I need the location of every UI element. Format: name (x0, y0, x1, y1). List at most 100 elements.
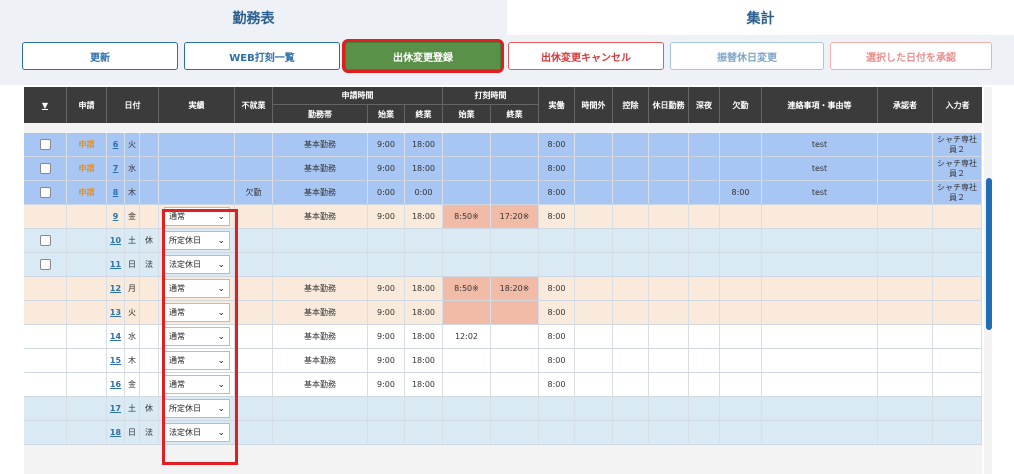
date-cell-text[interactable]: 11 (110, 260, 121, 269)
actual-cell: 法定休日 ⌄ (159, 421, 235, 444)
actual-status-select[interactable]: 所定休日 ⌄ (164, 399, 230, 418)
absence-cell (720, 253, 762, 276)
deduction-cell (613, 373, 649, 396)
date-cell-text[interactable]: 17 (110, 404, 121, 413)
col-start: 始業 (368, 105, 405, 123)
date-cell[interactable]: 14 (107, 325, 125, 348)
actual-cell: 所定休日 ⌄ (159, 397, 235, 420)
punch-end-cell (491, 229, 539, 252)
late-night-cell (689, 229, 720, 252)
select-cell (24, 157, 67, 180)
date-cell-text[interactable]: 16 (110, 380, 121, 389)
punch-start-cell (443, 349, 491, 372)
row-checkbox[interactable] (39, 259, 51, 270)
table-row: 14 水 通常 ⌄ 基本勤務 9:00 18:00 12:02 8:00 (24, 325, 982, 349)
date-cell[interactable]: 15 (107, 349, 125, 372)
date-cell-text[interactable]: 12 (110, 284, 121, 293)
date-cell-text[interactable]: 6 (113, 140, 119, 149)
punch-end-cell (491, 373, 539, 396)
actual-status-select[interactable]: 通常 ⌄ (164, 375, 230, 394)
non-work-cell-text: 欠勤 (245, 188, 262, 197)
row-checkbox[interactable] (39, 163, 51, 174)
late-night-cell (689, 181, 720, 204)
actual-status-select[interactable]: 法定休日 ⌄ (164, 255, 230, 274)
actual-status-select[interactable]: 通常 ⌄ (164, 351, 230, 370)
worked-cell: 8:00 (539, 205, 575, 228)
date-cell-text[interactable]: 9 (113, 212, 119, 221)
weekday-cell: 月 (125, 277, 140, 300)
col-apply: 申請 (67, 87, 107, 123)
scrollbar-thumb[interactable] (986, 178, 992, 330)
worked-cell-text: 8:00 (547, 140, 566, 149)
approver-cell (878, 397, 933, 420)
date-cell[interactable]: 12 (107, 277, 125, 300)
date-cell[interactable]: 18 (107, 421, 125, 444)
end-cell-text: 18:00 (411, 212, 436, 221)
weekday-cell-text: 日 (128, 260, 136, 269)
date-cell-text[interactable]: 13 (110, 308, 121, 317)
punch-end-cell: 17:20※ (491, 205, 539, 228)
date-cell-text[interactable]: 14 (110, 332, 121, 341)
overtime-cell (575, 205, 613, 228)
holiday-work-cell (649, 373, 689, 396)
actual-status-value: 通常 (169, 332, 185, 341)
date-cell-text[interactable]: 8 (113, 188, 119, 197)
date-cell-text[interactable]: 10 (110, 236, 121, 245)
tab-summary[interactable]: 集計 (507, 0, 1014, 35)
date-cell[interactable]: 11 (107, 253, 125, 276)
row-checkbox[interactable] (39, 187, 51, 198)
tab-work-schedule[interactable]: 勤務表 (0, 0, 507, 35)
deduction-cell (613, 349, 649, 372)
substitute-holiday-change-button[interactable]: 振替休日変更 (670, 42, 824, 70)
punch-start-cell-text: 12:02 (454, 332, 479, 341)
table-row: 10 土休 所定休日 ⌄ (24, 229, 982, 253)
actual-status-select[interactable]: 通常 ⌄ (164, 327, 230, 346)
start-cell (368, 253, 405, 276)
punch-start-cell-text: 8:50※ (454, 284, 479, 293)
web-punch-list-button[interactable]: WEB打刻一覧 (184, 42, 340, 70)
select-all-toggle[interactable]: ▼ (24, 87, 67, 123)
start-cell (368, 397, 405, 420)
holiday-change-cancel-button[interactable]: 出休変更キャンセル (508, 42, 664, 70)
date-cell[interactable]: 9 (107, 205, 125, 228)
actual-cell: 通常 ⌄ (159, 205, 235, 228)
end-cell: 18:00 (405, 373, 443, 396)
date-cell[interactable]: 6 (107, 133, 125, 156)
holiday-change-register-button[interactable]: 出休変更登録 (345, 42, 501, 70)
date-cell[interactable]: 10 (107, 229, 125, 252)
holiday-work-cell (649, 205, 689, 228)
date-cell-text[interactable]: 18 (110, 428, 121, 437)
chevron-down-icon: ⌄ (217, 332, 225, 342)
overtime-cell (575, 253, 613, 276)
notes-cell-text: test (811, 140, 828, 149)
start-cell-text: 9:00 (377, 332, 395, 341)
actual-status-select[interactable]: 通常 ⌄ (164, 207, 230, 226)
start-cell: 9:00 (368, 325, 405, 348)
actual-status-select[interactable]: 通常 ⌄ (164, 279, 230, 298)
date-cell[interactable]: 13 (107, 301, 125, 324)
date-cell[interactable]: 7 (107, 157, 125, 180)
shift-cell: 基本勤務 (273, 325, 368, 348)
row-checkbox[interactable] (39, 139, 51, 150)
weekday-cell-text: 金 (128, 212, 136, 221)
col-applied-time: 申請時間 (273, 87, 443, 105)
worked-cell-text: 8:00 (547, 284, 566, 293)
date-cell[interactable]: 8 (107, 181, 125, 204)
actual-status-select[interactable]: 法定休日 ⌄ (164, 423, 230, 442)
actual-status-select[interactable]: 通常 ⌄ (164, 303, 230, 322)
date-cell-text[interactable]: 7 (113, 164, 119, 173)
holiday-work-cell (649, 301, 689, 324)
update-button[interactable]: 更新 (22, 42, 178, 70)
date-cell[interactable]: 17 (107, 397, 125, 420)
punch-start-cell (443, 157, 491, 180)
weekday-cell-text: 月 (128, 284, 136, 293)
overtime-cell (575, 181, 613, 204)
row-checkbox[interactable] (39, 235, 51, 246)
actual-status-select[interactable]: 所定休日 ⌄ (164, 231, 230, 250)
approve-selected-dates-button[interactable]: 選択した日付を承認 (830, 42, 992, 70)
weekday-cell-text: 金 (128, 380, 136, 389)
date-cell-text[interactable]: 15 (110, 356, 121, 365)
date-cell[interactable]: 16 (107, 373, 125, 396)
chevron-down-icon: ⌄ (217, 212, 225, 222)
deduction-cell (613, 253, 649, 276)
